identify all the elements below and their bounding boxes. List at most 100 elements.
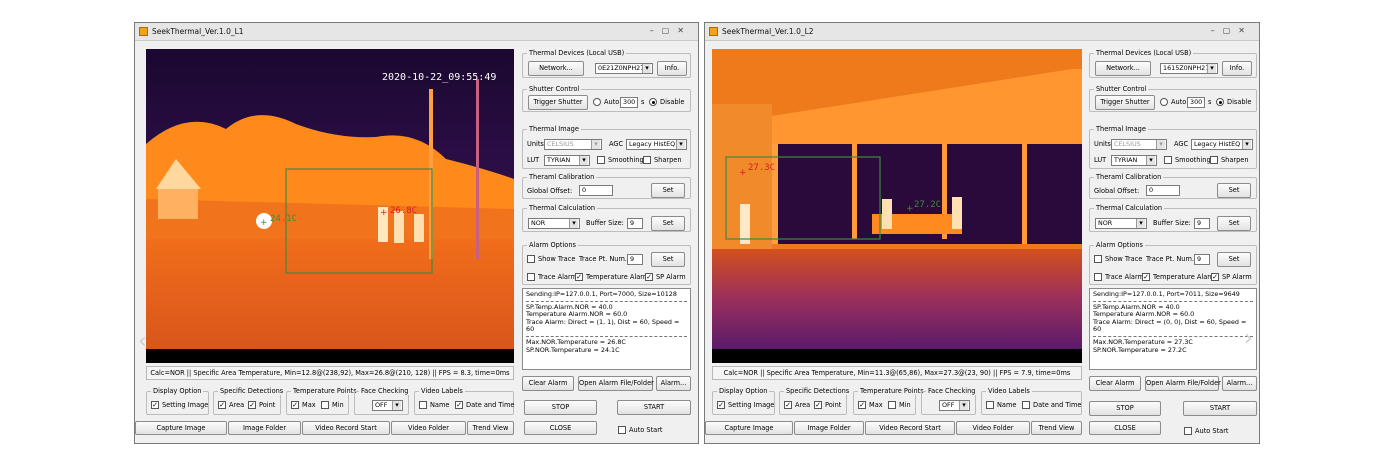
title-bar[interactable]: SeekThermal_Ver.1.0_L2 –▢✕	[705, 23, 1259, 41]
auto-radio[interactable]: Auto	[1160, 98, 1186, 106]
date-time-checkbox[interactable]: Date and Time	[1022, 401, 1082, 409]
thermal-image-2: 27.3C 27.2C + +	[712, 49, 1082, 363]
trigger-shutter-button[interactable]: Trigger Shutter	[1095, 95, 1155, 110]
window-title: SeekThermal_Ver.1.0_L2	[722, 27, 814, 36]
info-button[interactable]: Info.	[657, 61, 687, 76]
area-checkbox[interactable]: ✓ Area	[784, 401, 810, 409]
network-button[interactable]: Network...	[528, 61, 584, 76]
clear-alarm-button[interactable]: Clear Alarm	[1089, 376, 1141, 391]
global-offset-input[interactable]: 0	[579, 185, 613, 196]
units-select[interactable]: CELSIUS	[544, 139, 602, 150]
crosshair-icon: +	[260, 218, 268, 228]
name-checkbox[interactable]: Name	[419, 401, 449, 409]
close-button[interactable]: CLOSE	[1089, 421, 1161, 435]
face-checking-select[interactable]: OFF	[939, 400, 970, 411]
agc-select[interactable]: Legacy HistEQ	[626, 139, 687, 150]
show-trace-checkbox[interactable]: Show Trace	[1094, 255, 1142, 263]
show-trace-checkbox[interactable]: Show Trace	[527, 255, 575, 263]
max-checkbox[interactable]: ✓ Max	[858, 401, 883, 409]
area-checkbox[interactable]: ✓ Area	[218, 401, 244, 409]
min-checkbox[interactable]: Min	[888, 401, 911, 409]
sp-alarm-checkbox[interactable]: ✓ SP Alarm	[1211, 273, 1252, 281]
point-checkbox[interactable]: ✓ Point	[814, 401, 841, 409]
window-controls-icon[interactable]: –▢✕	[650, 26, 692, 35]
min-checkbox[interactable]: Min	[321, 401, 344, 409]
trend-view-button[interactable]: Trend View	[1031, 421, 1082, 435]
stop-button[interactable]: STOP	[1089, 401, 1161, 416]
max-checkbox[interactable]: ✓ Max	[291, 401, 316, 409]
calc-mode-select[interactable]: NOR	[528, 218, 580, 229]
trend-view-button[interactable]: Trend View	[467, 421, 514, 435]
device-select[interactable]: 1615Z0NPH27	[1160, 63, 1218, 74]
agc-select[interactable]: Legacy HistEQ	[1191, 139, 1253, 150]
name-checkbox[interactable]: Name	[986, 401, 1016, 409]
face-checking-group: Face Checking OFF	[921, 387, 978, 415]
calculation-set-button[interactable]: Set	[1217, 216, 1251, 231]
auto-radio[interactable]: Auto	[593, 98, 619, 106]
open-alarm-file-button[interactable]: Open Alarm File/Folder	[578, 376, 654, 391]
calibration-set-button[interactable]: Set	[1217, 183, 1251, 198]
temperature-alarm-checkbox[interactable]: ✓ Temperature Alarm	[1142, 273, 1216, 281]
capture-image-button[interactable]: Capture Image	[135, 421, 227, 435]
window-controls-icon[interactable]: –▢✕	[1211, 26, 1253, 35]
global-offset-input[interactable]: 0	[1146, 185, 1180, 196]
trace-num-input[interactable]: 9	[627, 254, 643, 265]
image-folder-button[interactable]: Image Folder	[228, 421, 301, 435]
auto-start-checkbox[interactable]: Auto Start	[618, 426, 663, 434]
date-time-checkbox[interactable]: ✓ Date and Time	[455, 401, 515, 409]
buffer-size-input[interactable]: 9	[1194, 218, 1210, 229]
info-button[interactable]: Info.	[1222, 61, 1252, 76]
video-folder-button[interactable]: Video Folder	[391, 421, 466, 435]
start-button[interactable]: START	[1183, 401, 1257, 416]
sharpen-checkbox[interactable]: Sharpen	[643, 156, 682, 164]
point-checkbox[interactable]: ✓ Point	[248, 401, 275, 409]
disable-radio[interactable]: Disable	[649, 98, 684, 106]
sharpen-checkbox[interactable]: Sharpen	[1210, 156, 1249, 164]
clear-alarm-button[interactable]: Clear Alarm	[522, 376, 574, 391]
calc-mode-select[interactable]: NOR	[1095, 218, 1147, 229]
thermal-view[interactable]: 2020-10-22_09:55:49 24.1C 26.8C + +	[146, 49, 514, 363]
calculation-set-button[interactable]: Set	[651, 216, 685, 231]
video-record-button[interactable]: Video Record Start	[865, 421, 955, 435]
image-folder-button[interactable]: Image Folder	[794, 421, 864, 435]
alarm-set-button[interactable]: Set	[651, 252, 685, 267]
video-folder-button[interactable]: Video Folder	[956, 421, 1030, 435]
auto-seconds-input[interactable]: 300	[1187, 97, 1205, 108]
title-bar[interactable]: SeekThermal_Ver.1.0_L1 –▢✕	[135, 23, 698, 41]
network-button[interactable]: Network...	[1095, 61, 1151, 76]
thermal-view[interactable]: 27.3C 27.2C + +	[712, 49, 1082, 363]
alarm-button[interactable]: Alarm...	[656, 376, 691, 391]
trace-alarm-checkbox[interactable]: Trace Alarm	[1094, 273, 1144, 281]
lut-select[interactable]: TYRIAN	[1111, 155, 1157, 166]
calibration-set-button[interactable]: Set	[651, 183, 685, 198]
disable-radio[interactable]: Disable	[1216, 98, 1251, 106]
start-button[interactable]: START	[617, 400, 691, 415]
face-checking-select[interactable]: OFF	[372, 400, 403, 411]
stop-button[interactable]: STOP	[524, 400, 597, 415]
close-button[interactable]: CLOSE	[524, 421, 597, 435]
units-select[interactable]: CELSIUS	[1111, 139, 1167, 150]
trace-num-input[interactable]: 9	[1194, 254, 1210, 265]
auto-seconds-input[interactable]: 300	[620, 97, 638, 108]
setting-image-checkbox[interactable]: ✓ Setting Image	[151, 401, 208, 409]
trigger-shutter-button[interactable]: Trigger Shutter	[528, 95, 588, 110]
trace-alarm-checkbox[interactable]: Trace Alarm	[527, 273, 577, 281]
capture-image-button[interactable]: Capture Image	[705, 421, 793, 435]
alarm-button[interactable]: Alarm...	[1222, 376, 1257, 391]
smoothing-checkbox[interactable]: Smoothing	[1164, 156, 1211, 164]
device-select[interactable]: 0E21Z0NPH27	[595, 63, 653, 74]
timestamp-overlay: 2020-10-22_09:55:49	[382, 72, 496, 83]
chevron-left-icon[interactable]: ‹	[138, 329, 147, 354]
alarm-set-button[interactable]: Set	[1217, 252, 1251, 267]
sp-alarm-checkbox[interactable]: ✓ SP Alarm	[645, 273, 686, 281]
setting-image-checkbox[interactable]: ✓ Setting Image	[717, 401, 774, 409]
lut-select[interactable]: TYRIAN	[544, 155, 590, 166]
temperature-points-group: Temperature Points ✓ Max Min	[853, 387, 926, 415]
buffer-size-input[interactable]: 9	[627, 218, 643, 229]
smoothing-checkbox[interactable]: Smoothing	[597, 156, 644, 164]
temperature-alarm-checkbox[interactable]: ✓ Temperature Alarm	[575, 273, 649, 281]
open-alarm-file-button[interactable]: Open Alarm File/Folder	[1145, 376, 1221, 391]
auto-start-checkbox[interactable]: Auto Start	[1184, 427, 1229, 435]
chevron-right-icon[interactable]: ›	[1244, 326, 1253, 351]
video-record-button[interactable]: Video Record Start	[302, 421, 390, 435]
